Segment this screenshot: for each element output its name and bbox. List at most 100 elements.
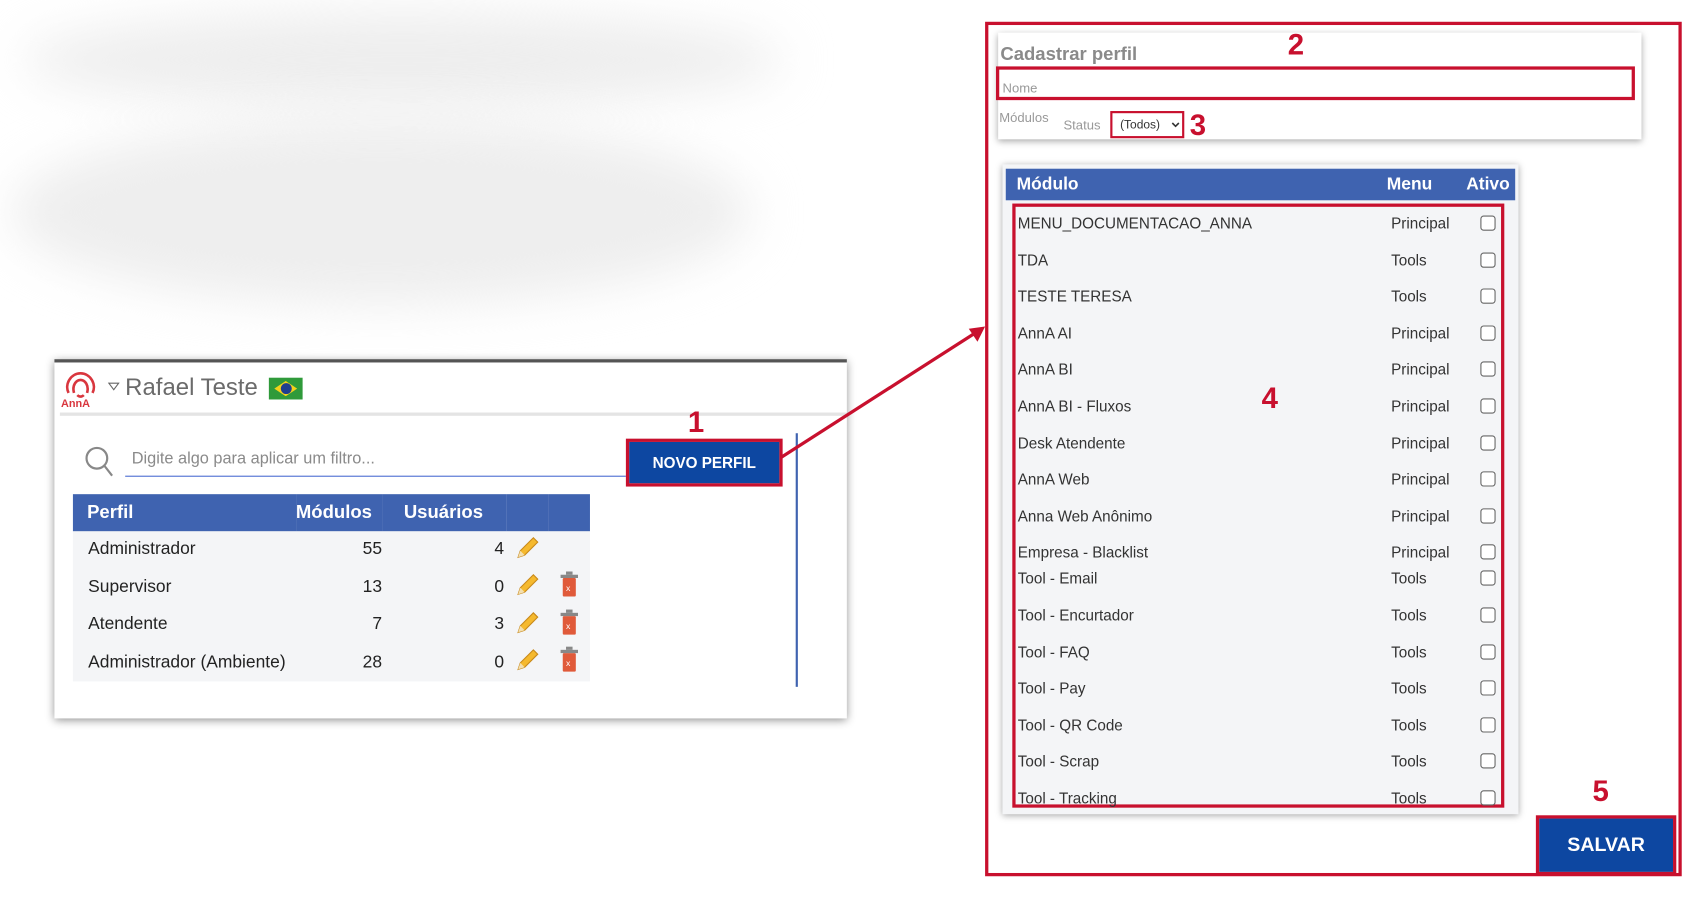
module-name: Desk Atendente	[1017, 433, 1126, 452]
profile-modules-count: 7	[372, 615, 383, 634]
module-row: AnnA BI Principal	[1018, 352, 1502, 389]
search-icon	[85, 446, 113, 477]
column-header-menu: Menu	[1386, 175, 1433, 194]
status-label: Status	[1063, 117, 1101, 133]
module-active-checkbox[interactable]	[1480, 215, 1496, 231]
user-name: Rafael Teste	[125, 373, 258, 401]
module-row: Tool - QR Code Tools	[1018, 707, 1502, 744]
module-active-checkbox[interactable]	[1480, 325, 1496, 341]
name-input[interactable]: Nome	[995, 66, 1635, 101]
module-name: AnnA AI	[1017, 324, 1072, 342]
module-menu: Principal	[1391, 397, 1450, 415]
module-menu: Tools	[1391, 716, 1427, 734]
module-active-checkbox[interactable]	[1480, 252, 1496, 268]
register-profile-form: Cadastrar perfil 2 Nome Módulos Status (…	[995, 28, 1642, 142]
profile-name: Supervisor	[88, 577, 172, 597]
module-menu: Tools	[1391, 606, 1427, 624]
column-header-modulo: Módulo	[1016, 175, 1079, 194]
table-row[interactable]: Administrador 55 4	[73, 531, 590, 569]
column-header-modulos: Módulos	[295, 494, 383, 532]
delete-trash-icon[interactable]: x	[559, 609, 579, 635]
module-row: TDA Tools	[1018, 242, 1502, 279]
annotation-5: 5	[1592, 775, 1609, 808]
module-row: Desk Atendente Principal	[1018, 425, 1502, 462]
module-active-checkbox[interactable]	[1480, 434, 1496, 451]
module-active-checkbox[interactable]	[1480, 398, 1496, 414]
module-active-checkbox[interactable]	[1480, 361, 1496, 378]
module-name: AnnA Web	[1017, 470, 1090, 488]
module-active-checkbox[interactable]	[1480, 790, 1496, 806]
delete-trash-icon[interactable]: x	[559, 646, 579, 673]
module-active-checkbox[interactable]	[1480, 508, 1496, 524]
search-underline	[125, 475, 626, 477]
table-row[interactable]: Atendente 7 3 x	[73, 606, 590, 644]
module-row: Tool - Pay Tools	[1018, 671, 1502, 708]
module-name: Tool - Scrap	[1017, 752, 1100, 771]
search-input[interactable]: Digite algo para aplicar um filtro...	[132, 450, 375, 469]
module-menu: Tools	[1391, 287, 1427, 305]
svg-text:x: x	[566, 658, 571, 668]
module-row: TESTE TERESA Tools	[1018, 279, 1502, 316]
module-row: AnnA BI - Fluxos Principal	[1018, 389, 1502, 426]
blurred-background	[10, 119, 752, 305]
svg-text:x: x	[566, 621, 571, 631]
profiles-panel: AnnA Rafael Teste Digite algo para aplic…	[54, 359, 847, 719]
module-active-checkbox[interactable]	[1480, 717, 1496, 733]
module-name: Tool - Pay	[1017, 679, 1086, 697]
module-row: AnnA Web Principal	[1018, 462, 1502, 499]
edit-pencil-icon[interactable]	[514, 572, 540, 598]
module-menu: Tools	[1391, 251, 1427, 269]
brazil-flag-icon[interactable]	[268, 377, 303, 400]
svg-text:x: x	[566, 583, 571, 593]
edit-pencil-icon[interactable]	[514, 534, 540, 560]
module-name: AnnA BI	[1017, 360, 1073, 379]
modules-label: Módulos	[999, 109, 1049, 126]
profile-name: Atendente	[88, 615, 168, 634]
module-menu: Tools	[1391, 569, 1427, 588]
module-active-checkbox[interactable]	[1480, 643, 1496, 660]
module-active-checkbox[interactable]	[1480, 680, 1496, 696]
edit-pencil-icon[interactable]	[514, 647, 540, 673]
annotation-4: 4	[1261, 382, 1278, 415]
module-menu: Principal	[1391, 470, 1450, 488]
table-row[interactable]: Administrador (Ambiente) 28 0 x	[73, 644, 590, 682]
module-active-checkbox[interactable]	[1480, 570, 1496, 587]
table-row[interactable]: Supervisor 13 0 x	[73, 569, 590, 607]
dropdown-triangle-icon[interactable]	[107, 382, 120, 391]
profile-name: Administrador	[88, 540, 196, 559]
column-header-usuarios: Usuários	[382, 494, 507, 532]
module-row: Tool - Email Tools	[1018, 561, 1502, 598]
module-active-checkbox[interactable]	[1480, 544, 1496, 560]
module-name: TDA	[1017, 251, 1049, 269]
profile-users-count: 0	[494, 652, 505, 672]
profile-modules-count: 55	[362, 540, 383, 559]
annotation-3: 3	[1189, 108, 1207, 142]
delete-trash-icon[interactable]: x	[559, 571, 579, 598]
modules-table-header: Módulo Menu Ativo	[1005, 168, 1516, 201]
column-header-ativo: Ativo	[1466, 175, 1510, 194]
annotation-1: 1	[687, 406, 705, 439]
new-profile-button[interactable]: NOVO PERFIL	[625, 438, 783, 487]
save-button[interactable]: SALVAR	[1535, 815, 1677, 876]
module-active-checkbox[interactable]	[1480, 471, 1496, 487]
module-menu: Tools	[1391, 752, 1427, 771]
module-menu: Tools	[1391, 789, 1427, 807]
edit-pencil-icon[interactable]	[514, 609, 540, 635]
module-menu: Principal	[1391, 506, 1450, 525]
module-menu: Principal	[1391, 214, 1450, 232]
module-menu: Principal	[1391, 360, 1450, 379]
chevron-down-icon	[1171, 122, 1180, 128]
profiles-table: Perfil Módulos Usuários Administrador 55…	[72, 494, 590, 682]
annotation-2: 2	[1287, 28, 1305, 61]
status-select[interactable]: (Todos)	[1110, 111, 1185, 139]
module-name: Tool - Encurtador	[1017, 606, 1134, 624]
module-active-checkbox[interactable]	[1480, 607, 1496, 623]
profile-name: Administrador (Ambiente)	[88, 652, 286, 672]
vertical-divider	[795, 433, 798, 687]
module-menu: Tools	[1391, 679, 1427, 697]
column-header-perfil: Perfil	[72, 494, 296, 532]
name-placeholder: Nome	[1002, 80, 1038, 96]
module-active-checkbox[interactable]	[1480, 753, 1496, 769]
profile-users-count: 0	[494, 577, 505, 597]
module-active-checkbox[interactable]	[1480, 288, 1496, 304]
